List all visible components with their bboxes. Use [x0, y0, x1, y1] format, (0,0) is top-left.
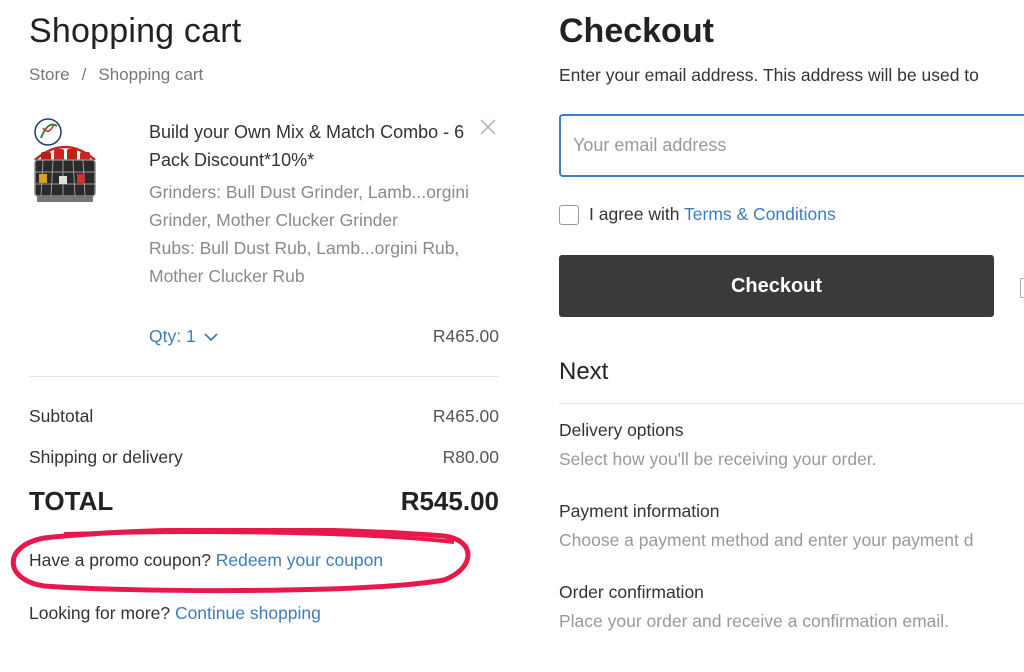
breadcrumb: Store / Shopping cart: [29, 65, 203, 85]
step-description: Place your order and receive a confirmat…: [559, 611, 950, 631]
step-title: Payment information: [559, 501, 720, 521]
step-title: Order confirmation: [559, 582, 704, 602]
cart-item: Build your Own Mix & Match Combo - 6 Pac…: [29, 116, 499, 361]
partial-icon: [1020, 278, 1024, 298]
product-name[interactable]: Build your Own Mix & Match Combo - 6 Pac…: [149, 118, 479, 174]
step-description: Select how you'll be receiving your orde…: [559, 449, 877, 469]
breadcrumb-current: Shopping cart: [98, 65, 204, 84]
page-title: Shopping cart: [29, 12, 242, 50]
breadcrumb-store-link[interactable]: Store: [29, 65, 70, 85]
promo-text: Have a promo coupon?: [29, 550, 211, 570]
product-options: Grinders: Bull Dust Grinder, Lamb...orgi…: [149, 178, 499, 290]
checkout-title: Checkout: [559, 12, 714, 50]
subtotal-row: Subtotal R465.00: [29, 406, 499, 427]
total-row: TOTAL R545.00: [29, 486, 499, 517]
product-option-grinders: Grinders: Bull Dust Grinder, Lamb...orgi…: [149, 182, 469, 230]
quantity-label: Qty: 1: [149, 326, 196, 346]
continue-shopping-link[interactable]: Continue shopping: [175, 603, 321, 623]
breadcrumb-separator: /: [81, 65, 87, 84]
cart-divider: [29, 376, 499, 377]
promo-coupon: Have a promo coupon? Redeem your coupon: [29, 550, 383, 571]
email-field[interactable]: [559, 114, 1024, 177]
shipping-label: Shipping or delivery: [29, 447, 183, 467]
total-label: TOTAL: [29, 486, 114, 516]
item-price: R465.00: [432, 326, 499, 346]
terms-agreement: I agree with Terms & Conditions: [559, 204, 836, 225]
quantity-dropdown[interactable]: Qty: 1: [149, 326, 218, 347]
terms-checkbox[interactable]: [559, 204, 579, 225]
close-icon[interactable]: [477, 116, 499, 138]
chevron-down-icon: [204, 332, 218, 341]
product-option-rubs: Rubs: Bull Dust Rub, Lamb...orgini Rub, …: [149, 238, 460, 286]
product-thumbnail[interactable]: [29, 116, 101, 214]
terms-link[interactable]: Terms & Conditions: [684, 204, 836, 224]
step-title: Delivery options: [559, 420, 684, 440]
total-value: R545.00: [400, 486, 499, 516]
step-description: Choose a payment method and enter your p…: [559, 530, 974, 550]
next-heading: Next: [559, 358, 609, 385]
checkout-button[interactable]: Checkout: [559, 255, 994, 317]
agree-text: I agree with: [589, 204, 680, 224]
shipping-value: R80.00: [442, 447, 499, 467]
subtotal-label: Subtotal: [29, 406, 94, 426]
continue-shopping: Looking for more? Continue shopping: [29, 603, 321, 624]
next-divider: [559, 403, 1024, 404]
checkout-description: Enter your email address. This address w…: [559, 65, 979, 85]
redeem-coupon-link[interactable]: Redeem your coupon: [216, 550, 383, 570]
page: Shopping cart Store / Shopping cart Buil…: [0, 0, 1024, 672]
step-delivery: Delivery options Select how you'll be re…: [559, 420, 1024, 470]
subtotal-value: R465.00: [432, 406, 499, 426]
shipping-row: Shipping or delivery R80.00: [29, 447, 499, 468]
more-text: Looking for more?: [29, 603, 171, 623]
step-confirmation: Order confirmation Place your order and …: [559, 582, 1024, 632]
step-payment: Payment information Choose a payment met…: [559, 501, 1024, 551]
